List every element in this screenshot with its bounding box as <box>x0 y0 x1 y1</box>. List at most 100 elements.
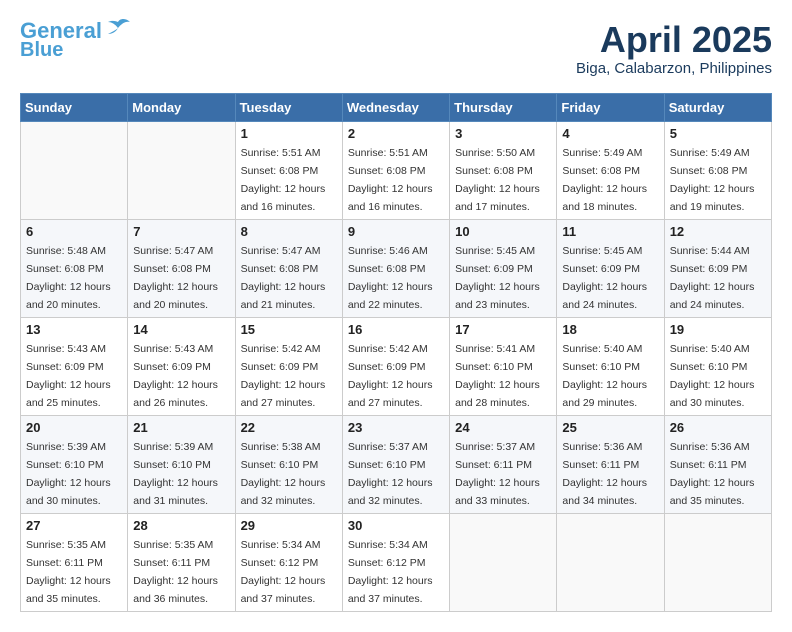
calendar-week-row: 1 Sunrise: 5:51 AMSunset: 6:08 PMDayligh… <box>21 121 772 219</box>
day-number: 4 <box>562 126 658 141</box>
day-detail: Sunrise: 5:39 AMSunset: 6:10 PMDaylight:… <box>133 441 218 507</box>
day-number: 27 <box>26 518 122 533</box>
day-detail: Sunrise: 5:43 AMSunset: 6:09 PMDaylight:… <box>26 343 111 409</box>
calendar-cell: 16 Sunrise: 5:42 AMSunset: 6:09 PMDaylig… <box>342 317 449 415</box>
day-number: 19 <box>670 322 766 337</box>
day-detail: Sunrise: 5:46 AMSunset: 6:08 PMDaylight:… <box>348 245 433 311</box>
day-detail: Sunrise: 5:37 AMSunset: 6:11 PMDaylight:… <box>455 441 540 507</box>
day-detail: Sunrise: 5:38 AMSunset: 6:10 PMDaylight:… <box>241 441 326 507</box>
calendar-cell: 24 Sunrise: 5:37 AMSunset: 6:11 PMDaylig… <box>450 415 557 513</box>
calendar-week-row: 27 Sunrise: 5:35 AMSunset: 6:11 PMDaylig… <box>21 513 772 611</box>
calendar-cell: 13 Sunrise: 5:43 AMSunset: 6:09 PMDaylig… <box>21 317 128 415</box>
weekday-header-monday: Monday <box>128 93 235 121</box>
day-number: 28 <box>133 518 229 533</box>
page-header: General Blue April 2025 Biga, Calabarzon… <box>20 20 772 77</box>
calendar-cell <box>128 121 235 219</box>
day-detail: Sunrise: 5:51 AMSunset: 6:08 PMDaylight:… <box>241 147 326 213</box>
day-number: 3 <box>455 126 551 141</box>
calendar-table: SundayMondayTuesdayWednesdayThursdayFrid… <box>20 93 772 612</box>
day-detail: Sunrise: 5:49 AMSunset: 6:08 PMDaylight:… <box>562 147 647 213</box>
calendar-week-row: 13 Sunrise: 5:43 AMSunset: 6:09 PMDaylig… <box>21 317 772 415</box>
calendar-cell: 14 Sunrise: 5:43 AMSunset: 6:09 PMDaylig… <box>128 317 235 415</box>
calendar-cell: 9 Sunrise: 5:46 AMSunset: 6:08 PMDayligh… <box>342 219 449 317</box>
day-number: 6 <box>26 224 122 239</box>
day-detail: Sunrise: 5:34 AMSunset: 6:12 PMDaylight:… <box>348 539 433 605</box>
day-number: 16 <box>348 322 444 337</box>
calendar-cell: 20 Sunrise: 5:39 AMSunset: 6:10 PMDaylig… <box>21 415 128 513</box>
day-number: 9 <box>348 224 444 239</box>
calendar-cell: 30 Sunrise: 5:34 AMSunset: 6:12 PMDaylig… <box>342 513 449 611</box>
day-number: 11 <box>562 224 658 239</box>
day-detail: Sunrise: 5:49 AMSunset: 6:08 PMDaylight:… <box>670 147 755 213</box>
calendar-cell: 27 Sunrise: 5:35 AMSunset: 6:11 PMDaylig… <box>21 513 128 611</box>
day-number: 7 <box>133 224 229 239</box>
logo: General Blue <box>20 20 132 60</box>
calendar-cell: 11 Sunrise: 5:45 AMSunset: 6:09 PMDaylig… <box>557 219 664 317</box>
calendar-cell: 10 Sunrise: 5:45 AMSunset: 6:09 PMDaylig… <box>450 219 557 317</box>
day-detail: Sunrise: 5:35 AMSunset: 6:11 PMDaylight:… <box>26 539 111 605</box>
calendar-cell: 5 Sunrise: 5:49 AMSunset: 6:08 PMDayligh… <box>664 121 771 219</box>
logo-blue: Blue <box>20 40 63 60</box>
day-number: 8 <box>241 224 337 239</box>
calendar-cell: 17 Sunrise: 5:41 AMSunset: 6:10 PMDaylig… <box>450 317 557 415</box>
calendar-cell <box>21 121 128 219</box>
calendar-cell: 25 Sunrise: 5:36 AMSunset: 6:11 PMDaylig… <box>557 415 664 513</box>
day-detail: Sunrise: 5:50 AMSunset: 6:08 PMDaylight:… <box>455 147 540 213</box>
day-number: 26 <box>670 420 766 435</box>
calendar-cell: 18 Sunrise: 5:40 AMSunset: 6:10 PMDaylig… <box>557 317 664 415</box>
day-detail: Sunrise: 5:41 AMSunset: 6:10 PMDaylight:… <box>455 343 540 409</box>
calendar-cell: 3 Sunrise: 5:50 AMSunset: 6:08 PMDayligh… <box>450 121 557 219</box>
calendar-header-row: SundayMondayTuesdayWednesdayThursdayFrid… <box>21 93 772 121</box>
day-detail: Sunrise: 5:39 AMSunset: 6:10 PMDaylight:… <box>26 441 111 507</box>
logo-bird-icon <box>104 18 132 40</box>
day-number: 12 <box>670 224 766 239</box>
day-detail: Sunrise: 5:47 AMSunset: 6:08 PMDaylight:… <box>133 245 218 311</box>
day-number: 24 <box>455 420 551 435</box>
day-detail: Sunrise: 5:36 AMSunset: 6:11 PMDaylight:… <box>562 441 647 507</box>
weekday-header-sunday: Sunday <box>21 93 128 121</box>
calendar-cell: 19 Sunrise: 5:40 AMSunset: 6:10 PMDaylig… <box>664 317 771 415</box>
calendar-cell: 6 Sunrise: 5:48 AMSunset: 6:08 PMDayligh… <box>21 219 128 317</box>
month-title: April 2025 <box>576 20 772 60</box>
day-detail: Sunrise: 5:37 AMSunset: 6:10 PMDaylight:… <box>348 441 433 507</box>
day-number: 5 <box>670 126 766 141</box>
calendar-cell: 28 Sunrise: 5:35 AMSunset: 6:11 PMDaylig… <box>128 513 235 611</box>
day-detail: Sunrise: 5:42 AMSunset: 6:09 PMDaylight:… <box>241 343 326 409</box>
calendar-cell: 22 Sunrise: 5:38 AMSunset: 6:10 PMDaylig… <box>235 415 342 513</box>
calendar-cell <box>450 513 557 611</box>
day-detail: Sunrise: 5:42 AMSunset: 6:09 PMDaylight:… <box>348 343 433 409</box>
day-detail: Sunrise: 5:40 AMSunset: 6:10 PMDaylight:… <box>670 343 755 409</box>
day-number: 2 <box>348 126 444 141</box>
calendar-cell: 21 Sunrise: 5:39 AMSunset: 6:10 PMDaylig… <box>128 415 235 513</box>
location-text: Biga, Calabarzon, Philippines <box>576 60 772 77</box>
weekday-header-tuesday: Tuesday <box>235 93 342 121</box>
day-detail: Sunrise: 5:48 AMSunset: 6:08 PMDaylight:… <box>26 245 111 311</box>
day-number: 1 <box>241 126 337 141</box>
day-detail: Sunrise: 5:44 AMSunset: 6:09 PMDaylight:… <box>670 245 755 311</box>
calendar-cell: 2 Sunrise: 5:51 AMSunset: 6:08 PMDayligh… <box>342 121 449 219</box>
day-detail: Sunrise: 5:45 AMSunset: 6:09 PMDaylight:… <box>562 245 647 311</box>
day-detail: Sunrise: 5:36 AMSunset: 6:11 PMDaylight:… <box>670 441 755 507</box>
day-number: 22 <box>241 420 337 435</box>
calendar-cell: 12 Sunrise: 5:44 AMSunset: 6:09 PMDaylig… <box>664 219 771 317</box>
day-number: 21 <box>133 420 229 435</box>
day-number: 15 <box>241 322 337 337</box>
day-detail: Sunrise: 5:35 AMSunset: 6:11 PMDaylight:… <box>133 539 218 605</box>
calendar-cell: 23 Sunrise: 5:37 AMSunset: 6:10 PMDaylig… <box>342 415 449 513</box>
calendar-cell: 4 Sunrise: 5:49 AMSunset: 6:08 PMDayligh… <box>557 121 664 219</box>
day-number: 29 <box>241 518 337 533</box>
weekday-header-wednesday: Wednesday <box>342 93 449 121</box>
calendar-cell: 29 Sunrise: 5:34 AMSunset: 6:12 PMDaylig… <box>235 513 342 611</box>
calendar-week-row: 6 Sunrise: 5:48 AMSunset: 6:08 PMDayligh… <box>21 219 772 317</box>
day-detail: Sunrise: 5:45 AMSunset: 6:09 PMDaylight:… <box>455 245 540 311</box>
day-detail: Sunrise: 5:51 AMSunset: 6:08 PMDaylight:… <box>348 147 433 213</box>
day-number: 25 <box>562 420 658 435</box>
calendar-cell: 26 Sunrise: 5:36 AMSunset: 6:11 PMDaylig… <box>664 415 771 513</box>
calendar-cell: 1 Sunrise: 5:51 AMSunset: 6:08 PMDayligh… <box>235 121 342 219</box>
calendar-week-row: 20 Sunrise: 5:39 AMSunset: 6:10 PMDaylig… <box>21 415 772 513</box>
day-number: 13 <box>26 322 122 337</box>
day-detail: Sunrise: 5:47 AMSunset: 6:08 PMDaylight:… <box>241 245 326 311</box>
day-number: 30 <box>348 518 444 533</box>
day-detail: Sunrise: 5:40 AMSunset: 6:10 PMDaylight:… <box>562 343 647 409</box>
day-number: 23 <box>348 420 444 435</box>
